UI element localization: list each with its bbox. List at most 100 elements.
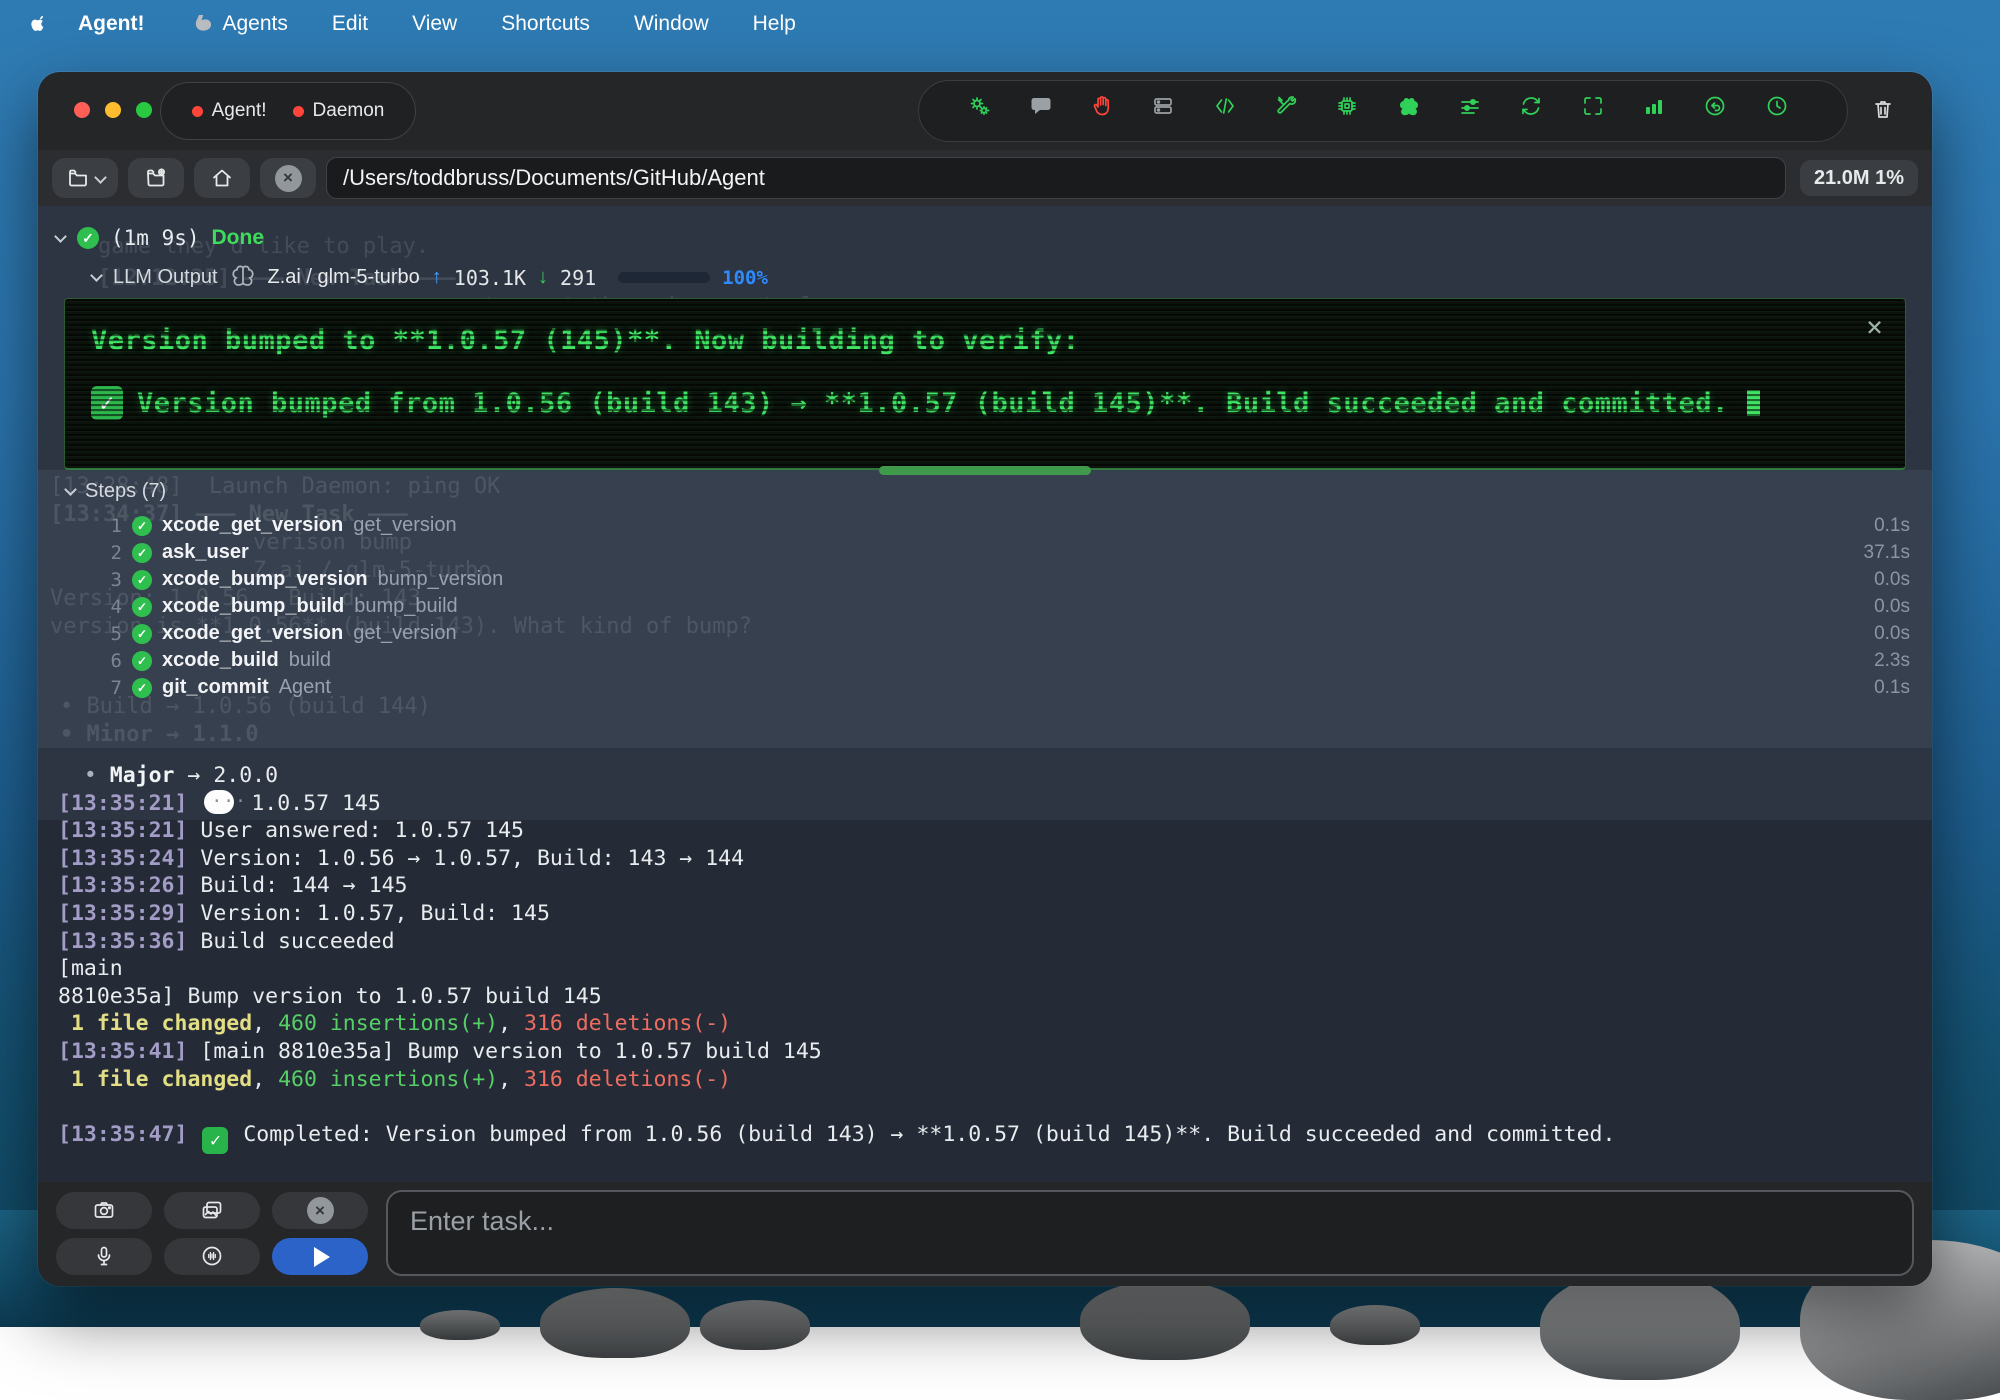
zoom-window-button[interactable] <box>136 102 152 118</box>
menu-item-window[interactable]: Window <box>634 12 709 36</box>
cpu-chip-icon <box>1335 94 1369 128</box>
sync-button[interactable] <box>1514 89 1558 133</box>
menu-item-label: Help <box>753 12 796 36</box>
composer-bar: × <box>38 1182 1932 1286</box>
menu-bar: Agent! Agents Edit View Shortcuts Window… <box>0 0 2000 48</box>
screenshot-button[interactable] <box>56 1192 152 1229</box>
status-dot-icon <box>192 106 203 117</box>
log-segment: [13:35:29] <box>58 901 187 926</box>
step-check-icon: ✓ <box>132 624 152 644</box>
menu-item-edit[interactable]: Edit <box>332 12 368 36</box>
play-icon <box>314 1247 330 1267</box>
microphone-button[interactable] <box>56 1238 152 1275</box>
tools-button[interactable] <box>1269 89 1313 133</box>
log-segment: 1.0.57 145 <box>238 791 380 816</box>
menu-item-view[interactable]: View <box>412 12 457 36</box>
history-button[interactable] <box>1760 89 1804 133</box>
menu-item-agents[interactable]: Agents <box>191 12 288 36</box>
step-row[interactable]: 2 ✓ ask_user 37.1s <box>38 539 1932 566</box>
sliders-button[interactable] <box>1453 89 1497 133</box>
stop-button[interactable] <box>1085 89 1129 133</box>
steps-header-label: Steps (7) <box>85 480 166 503</box>
menu-item-shortcuts[interactable]: Shortcuts <box>501 12 590 36</box>
terminal-resize-handle[interactable] <box>879 466 1091 475</box>
task-input[interactable] <box>386 1190 1914 1276</box>
step-sub-name: get_version <box>353 622 456 645</box>
clear-task-button[interactable]: × <box>272 1192 368 1229</box>
clear-path-button[interactable]: × <box>260 158 316 198</box>
wallpaper-rock <box>1080 1280 1250 1360</box>
log-segment: , <box>498 1067 524 1092</box>
home-button[interactable] <box>194 158 250 198</box>
log-segment: 316 deletions(-) <box>524 1011 731 1036</box>
chat-button[interactable] <box>1024 89 1068 133</box>
voice-mode-button[interactable] <box>164 1238 260 1275</box>
step-check-icon: ✓ <box>132 570 152 590</box>
log-segment: , <box>252 1067 278 1092</box>
undo-button[interactable] <box>1698 89 1742 133</box>
step-row[interactable]: 5 ✓ xcode_get_version get_version 0.0s <box>38 620 1932 647</box>
brain-button[interactable] <box>1392 89 1436 133</box>
step-sub-name: bump_build <box>354 595 457 618</box>
terminal-output-panel: × Version bumped to **1.0.57 (145)**. No… <box>64 298 1906 470</box>
step-row[interactable]: 4 ✓ xcode_bump_build bump_build 0.0s <box>38 593 1932 620</box>
chevron-down-icon[interactable] <box>90 269 103 282</box>
x-circle-icon: × <box>275 165 302 192</box>
trash-button[interactable] <box>1866 92 1910 136</box>
llm-progress-bar <box>618 272 710 283</box>
tab-label: Agent! <box>212 100 267 122</box>
terminal-line: ✓Version bumped from 1.0.56 (build 143) … <box>91 386 1905 420</box>
sync-arrows-icon <box>1519 94 1553 128</box>
apple-menu[interactable] <box>30 12 50 36</box>
step-row[interactable]: 3 ✓ xcode_bump_version bump_version 0.0s <box>38 566 1932 593</box>
agent-app-window: Agent! Daemon <box>38 72 1932 1286</box>
success-check-icon: ✓ <box>77 227 99 249</box>
log-segment: 1 file changed <box>58 1011 252 1036</box>
steps-header[interactable]: Steps (7) <box>66 480 166 503</box>
tab-daemon[interactable]: Daemon <box>293 100 385 122</box>
terminal-close-button[interactable]: × <box>1866 313 1883 341</box>
minimize-window-button[interactable] <box>105 102 121 118</box>
photos-button[interactable] <box>164 1192 260 1229</box>
log-segment: Completed: Version bumped from 1.0.56 (b… <box>230 1122 1615 1147</box>
log-line: [13:35:47] ✓ Completed: Version bumped f… <box>58 1121 1912 1154</box>
chevron-down-icon[interactable] <box>54 230 67 243</box>
step-duration: 0.1s <box>1874 677 1910 699</box>
close-window-button[interactable] <box>74 102 90 118</box>
log-segment: User answered: 1.0.57 145 <box>187 818 524 843</box>
run-task-button[interactable] <box>272 1238 368 1275</box>
cpu-button[interactable] <box>1330 89 1374 133</box>
log-segment: Build succeeded <box>187 929 394 954</box>
fullscreen-button[interactable] <box>1576 89 1620 133</box>
menu-item-label: View <box>412 12 457 36</box>
step-check-icon: ✓ <box>132 597 152 617</box>
log-segment: 460 insertions(+) <box>278 1011 498 1036</box>
tab-agent[interactable]: Agent! <box>192 100 267 122</box>
menu-app-name[interactable]: Agent! <box>78 12 145 36</box>
stats-button[interactable] <box>1637 89 1681 133</box>
new-folder-button[interactable] <box>128 158 184 198</box>
step-duration: 0.1s <box>1874 515 1910 537</box>
folder-picker-button[interactable] <box>52 158 118 198</box>
ghost-log-line: • Minor → 1.1.0 <box>60 722 259 747</box>
settings-gears-button[interactable] <box>962 89 1006 133</box>
code-button[interactable] <box>1208 89 1252 133</box>
log-line: [13:35:41] [main 8810e35a] Bump version … <box>58 1038 1912 1066</box>
step-number: 5 <box>96 623 122 645</box>
tokens-in-count: 103.1K <box>454 266 526 290</box>
step-tool-name: xcode_bump_version <box>162 568 368 591</box>
step-row[interactable]: 6 ✓ xcode_build build 2.3s <box>38 647 1932 674</box>
llm-progress-percent: 100% <box>722 267 768 289</box>
path-input[interactable]: /Users/toddbruss/Documents/GitHub/Agent <box>326 157 1786 199</box>
step-row[interactable]: 7 ✓ git_commit Agent 0.1s <box>38 674 1932 701</box>
menu-item-label: Edit <box>332 12 368 36</box>
server-button[interactable] <box>1146 89 1190 133</box>
log-segment: [main 8810e35a] Bump version to 1.0.57 b… <box>187 1039 821 1064</box>
tokens-up-arrow-icon: ↑ <box>432 266 442 289</box>
run-panel: game they'd like to play.[12:12:25] ——— … <box>38 206 1932 820</box>
menu-item-help[interactable]: Help <box>753 12 796 36</box>
run-status-label: Done <box>212 226 265 250</box>
log-segment: Version: 1.0.56 → 1.0.57, Build: 143 → 1… <box>187 846 744 871</box>
step-row[interactable]: 1 ✓ xcode_get_version get_version 0.1s <box>38 512 1932 539</box>
step-tool-name: xcode_build <box>162 649 279 672</box>
